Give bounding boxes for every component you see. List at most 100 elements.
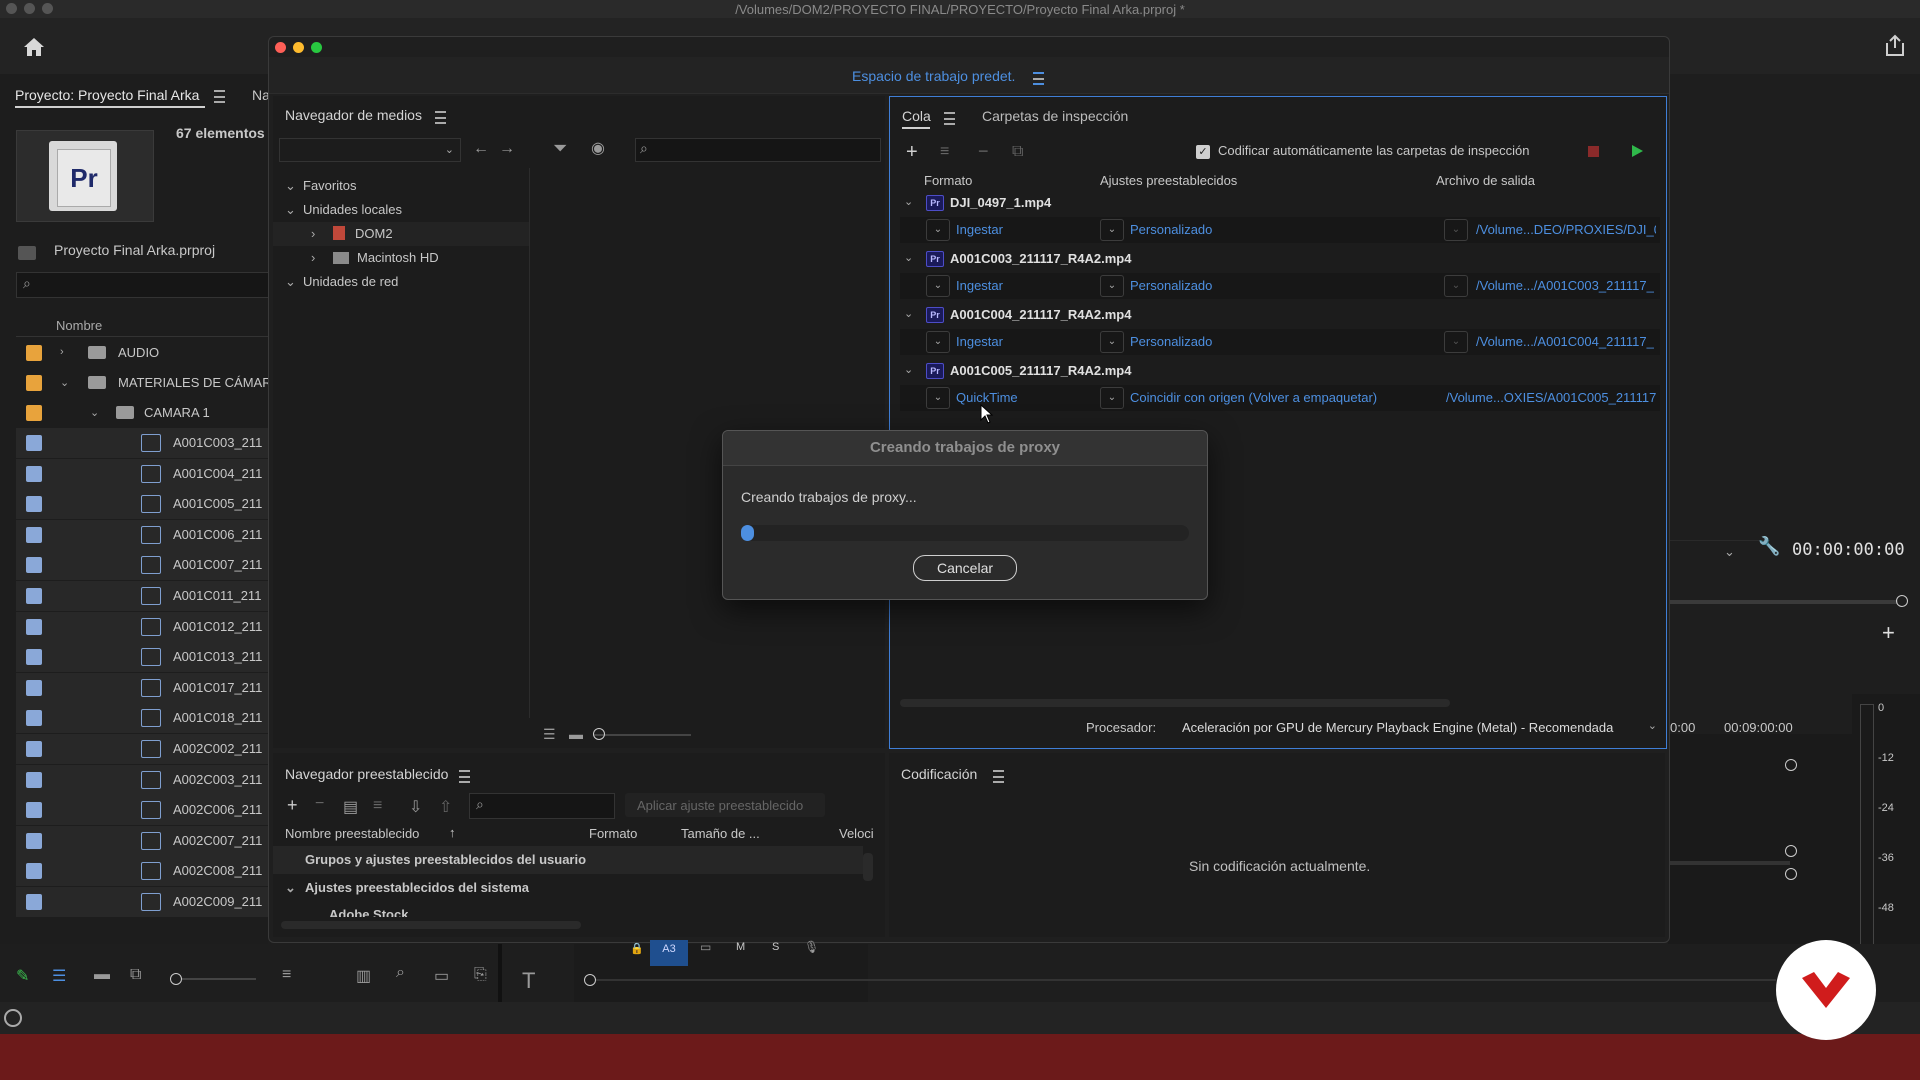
preset-link[interactable]: Personalizado (1130, 334, 1212, 349)
format-link[interactable]: QuickTime (956, 390, 1018, 405)
col-format[interactable]: Formato (924, 173, 972, 188)
clip-row[interactable]: A002C003_211 (16, 764, 268, 796)
tab-queue[interactable]: Cola (902, 108, 931, 124)
folder-row[interactable]: ⌄ CAMARA 1 (16, 398, 268, 428)
freeform-view-icon[interactable]: ⧉ (130, 966, 141, 984)
output-link[interactable]: /Volume.../A001C003_211117_ (1476, 278, 1656, 293)
list-view-icon[interactable]: ☰ (543, 726, 556, 743)
creative-cloud-icon[interactable] (4, 1009, 22, 1027)
clip-row[interactable]: A002C007_211 (16, 825, 268, 857)
label-color-swatch[interactable] (26, 345, 42, 361)
view-icon[interactable]: ◉ (591, 138, 605, 158)
add-icon[interactable]: + (906, 141, 918, 164)
track-scroll-handle[interactable] (1785, 759, 1797, 771)
clip-row[interactable]: A001C007_211 (16, 550, 268, 582)
settings-icon[interactable]: ≡ (373, 797, 382, 815)
timeline-zoom-handle[interactable] (584, 974, 596, 986)
queue-output-row[interactable]: ⌄ Ingestar ⌄ Personalizado ⌄ /Volume.../A001C… (900, 273, 1660, 299)
format-link[interactable]: Ingestar (956, 222, 1003, 237)
label-color-swatch[interactable] (26, 405, 42, 421)
tree-item[interactable]: › DOM2 (311, 226, 393, 241)
clip-row[interactable]: A001C012_211 (16, 611, 268, 643)
clip-row[interactable]: A001C003_211 (16, 428, 268, 459)
format-dropdown[interactable]: ⌄ (926, 219, 950, 241)
col-preset[interactable]: Ajustes preestablecidos (1100, 173, 1237, 188)
zoom-slider-handle[interactable] (593, 728, 605, 740)
panel-menu-icon[interactable] (944, 112, 955, 125)
label-color-swatch[interactable] (26, 496, 42, 513)
tree-item[interactable]: ⌄ Unidades de red (285, 274, 398, 290)
track-scroll-handle[interactable] (1785, 868, 1797, 880)
clip-row[interactable]: A002C009_211 (16, 887, 268, 918)
preset-link[interactable]: Personalizado (1130, 222, 1212, 237)
tab-watch-folders[interactable]: Carpetas de inspección (982, 108, 1128, 124)
clip-row[interactable]: A001C018_211 (16, 703, 268, 735)
remove-icon[interactable]: − (978, 141, 989, 162)
output-dropdown[interactable]: ⌄ (1444, 219, 1468, 241)
label-color-swatch[interactable] (26, 771, 42, 788)
label-color-swatch[interactable] (26, 618, 42, 635)
track-target-a3[interactable]: A3 (650, 940, 688, 958)
program-timecode[interactable]: 00:00:00:00 (1792, 540, 1905, 560)
folder-row[interactable]: ⌄ MATERIALES DE CÁMARA (16, 368, 280, 398)
preset-group-partial[interactable]: Adobe Stock (329, 907, 408, 917)
tree-item[interactable]: ⌄ Unidades locales (285, 202, 402, 218)
sort-icon[interactable]: ≡ (282, 966, 291, 984)
preset-search-input[interactable]: ⌕ (469, 793, 615, 819)
label-color-swatch[interactable] (26, 557, 42, 574)
queue-source-row[interactable]: ⌄ Pr A001C005_211117_R4A2.mp4 (900, 359, 1660, 385)
label-color-swatch[interactable] (26, 863, 42, 880)
horizontal-scrollbar[interactable] (281, 921, 581, 929)
clip-row[interactable]: A002C008_211 (16, 856, 268, 888)
horizontal-scrollbar[interactable] (900, 699, 1450, 707)
zoom-window-button[interactable] (311, 42, 322, 53)
chevron-down-icon[interactable]: ⌄ (60, 376, 69, 389)
tree-item[interactable]: ⌄ Favoritos (285, 178, 356, 194)
output-link[interactable]: /Volume...DEO/PROXIES/DJI_0 (1476, 222, 1656, 237)
output-link[interactable]: /Volume...OXIES/A001C005_211117 (1446, 390, 1656, 405)
output-link[interactable]: /Volume.../A001C004_211117_ (1476, 334, 1656, 349)
panel-menu-icon[interactable] (214, 90, 225, 103)
col-size[interactable]: Tamaño de ... (681, 826, 760, 841)
col-speed[interactable]: Veloci (839, 826, 874, 841)
output-dropdown[interactable]: ⌄ (1444, 275, 1468, 297)
label-color-swatch[interactable] (26, 832, 42, 849)
label-color-swatch[interactable] (26, 894, 42, 910)
back-arrow-icon[interactable]: ← (473, 140, 489, 158)
auto-encode-checkbox[interactable]: ✓ (1196, 145, 1210, 159)
chevron-down-icon[interactable]: ⌄ (1724, 544, 1735, 560)
format-dropdown[interactable]: ⌄ (926, 275, 950, 297)
close-window-button[interactable] (275, 42, 286, 53)
clip-row[interactable]: A001C005_211 (16, 489, 268, 521)
label-color-swatch[interactable] (26, 802, 42, 819)
wrench-icon[interactable]: 🔧 (1758, 536, 1780, 557)
zoom-slider-handle[interactable] (170, 973, 182, 985)
label-color-swatch[interactable] (26, 588, 42, 604)
zoom-slider[interactable] (182, 978, 256, 980)
new-bin-icon[interactable]: ▭ (434, 966, 449, 986)
apply-preset-button[interactable]: Aplicar ajuste preestablecido (625, 793, 825, 817)
label-color-swatch[interactable] (26, 526, 42, 543)
preset-dropdown[interactable]: ⌄ (1100, 219, 1124, 241)
media-search-input[interactable]: ⌕ (635, 138, 881, 162)
queue-output-row[interactable]: ⌄ QuickTime ⌄ Coincidir con origen (Volver … (900, 385, 1660, 411)
col-preset-name[interactable]: Nombre preestablecido (285, 826, 419, 841)
format-link[interactable]: Ingestar (956, 278, 1003, 293)
queue-output-row[interactable]: ⌄ Ingestar ⌄ Personalizado ⌄ /Volume.../A001C… (900, 329, 1660, 355)
duplicate-icon[interactable]: ⧉ (1012, 143, 1023, 161)
export-icon[interactable]: ⇧ (439, 797, 452, 817)
queue-output-row[interactable]: ⌄ Ingestar ⌄ Personalizado ⌄ /Volume...DEO/PR… (900, 217, 1660, 243)
clip-row[interactable]: A001C006_211 (16, 519, 268, 551)
preset-dropdown[interactable]: ⌄ (1100, 331, 1124, 353)
mute-button[interactable]: M (736, 941, 745, 953)
clip-row[interactable]: A002C002_211 (16, 734, 268, 765)
icon-view-icon[interactable]: ▬ (94, 966, 110, 984)
clip-row[interactable]: A001C011_211 (16, 581, 268, 612)
lock-icon[interactable]: 🔒 (630, 942, 644, 955)
format-dropdown[interactable]: ⌄ (926, 331, 950, 353)
preset-dropdown[interactable]: ⌄ (1100, 275, 1124, 297)
remove-icon[interactable]: − (315, 795, 324, 813)
import-icon[interactable]: ⇩ (409, 797, 422, 817)
label-color-swatch[interactable] (26, 679, 42, 696)
add-icon[interactable]: + (1882, 620, 1895, 646)
